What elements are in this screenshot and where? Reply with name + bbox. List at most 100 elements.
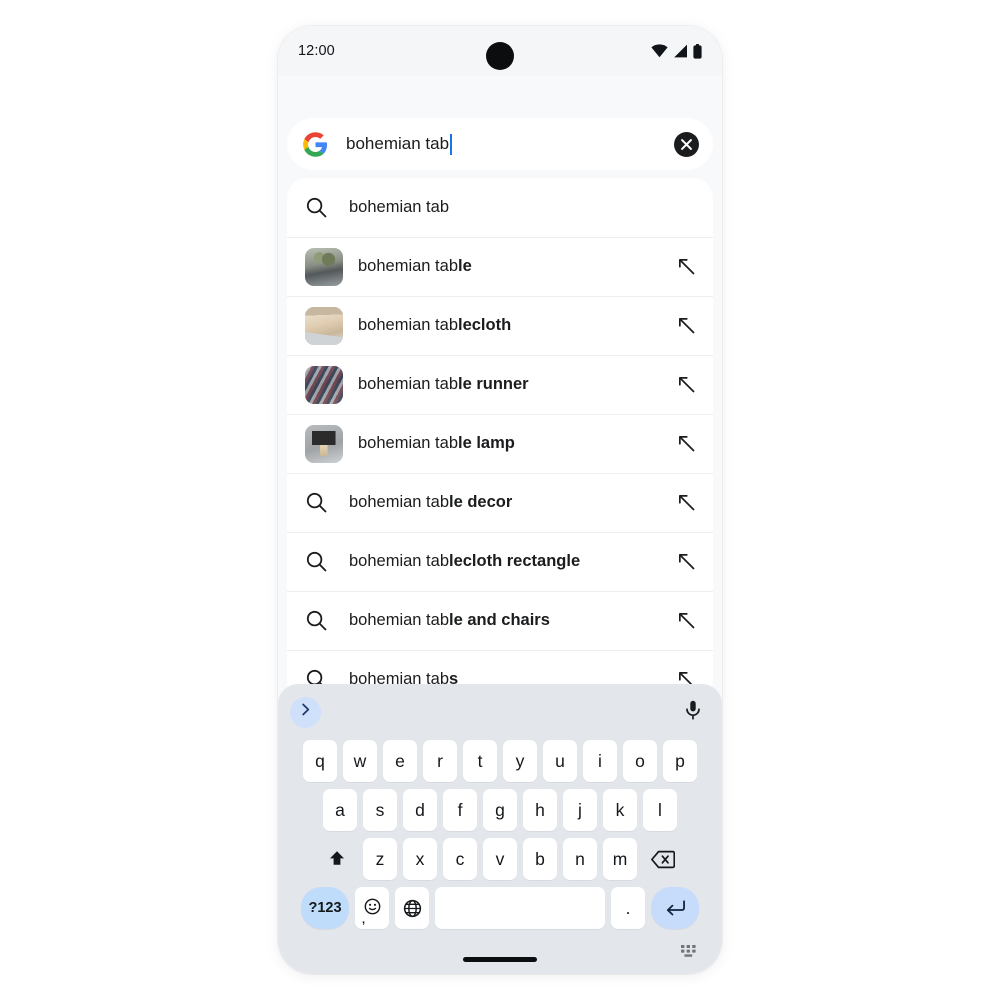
thumbnail-image [305,365,343,404]
keyboard-bottom-bar [278,936,722,974]
key-k[interactable]: k [603,789,637,831]
suggestion-thumbnail [305,365,343,404]
keyboard-resize-grid-icon[interactable] [681,945,696,963]
suggestion-completion-part: le lamp [458,434,515,452]
search-bar[interactable]: bohemian tab [287,118,713,170]
key-a[interactable]: a [323,789,357,831]
key-b[interactable]: b [523,838,557,880]
suggestion-row[interactable]: bohemian table decor [287,473,713,532]
suggestion-text: bohemian tablecloth [358,316,675,335]
keyboard-row-3: zxcvbnm [278,838,722,880]
suggestion-text: bohemian table runner [358,375,675,394]
key-c[interactable]: c [443,838,477,880]
arrow-up-left-icon[interactable] [675,492,697,514]
cellular-signal-icon [673,44,688,58]
key-i[interactable]: i [583,740,617,782]
suggestion-typed-part: bohemian tab [358,257,458,275]
microphone-icon [685,700,701,725]
suggestion-completion-part: le [458,257,472,275]
voice-input-button[interactable] [680,699,706,725]
arrow-up-left-icon[interactable] [675,256,697,278]
suggestion-thumbnail [305,306,343,345]
search-suggestions-list: bohemian tab bohemian table bohemian table… [287,178,713,690]
arrow-up-left-icon[interactable] [675,610,697,632]
key-n[interactable]: n [563,838,597,880]
emoji-key[interactable]: , [355,887,389,929]
status-bar: 12:00 [278,26,722,76]
thumbnail-image [305,306,343,345]
space-key[interactable] [435,887,605,929]
suggestion-row[interactable]: bohemian table [287,237,713,296]
key-r[interactable]: r [423,740,457,782]
shift-arrow-icon [327,849,347,869]
suggestion-text: bohemian table lamp [358,434,675,453]
suggestion-text: bohemian table decor [349,493,675,512]
arrow-up-left-icon[interactable] [675,374,697,396]
key-o[interactable]: o [623,740,657,782]
suggestion-completion-part: le and chairs [449,611,550,629]
key-j[interactable]: j [563,789,597,831]
symbols-key[interactable]: ?123 [301,887,349,929]
suggestion-row[interactable]: bohemian tablecloth rectangle [287,532,713,591]
emoji-face-icon [364,898,381,915]
key-f[interactable]: f [443,789,477,831]
suggestion-row[interactable]: bohemian tablecloth [287,296,713,355]
backspace-key[interactable] [643,838,683,880]
backspace-icon [651,850,675,869]
key-m[interactable]: m [603,838,637,880]
shift-key[interactable] [317,838,357,880]
clear-search-button[interactable] [674,131,699,157]
wifi-icon [651,44,668,58]
key-y[interactable]: y [503,740,537,782]
arrow-up-left-icon[interactable] [675,315,697,337]
keyboard-row-1: qwertyuiop [278,740,722,782]
comma-secondary-label: , [362,914,366,926]
key-u[interactable]: u [543,740,577,782]
key-d[interactable]: d [403,789,437,831]
suggestion-row[interactable]: bohemian table lamp [287,414,713,473]
text-cursor [450,133,453,155]
key-t[interactable]: t [463,740,497,782]
screenshot-canvas: 12:00 bohemian tab bohemian tab bohemian… [0,0,1000,1000]
search-icon [305,551,327,573]
key-l[interactable]: l [643,789,677,831]
suggestion-thumbnail [305,424,343,463]
key-s[interactable]: s [363,789,397,831]
front-camera-punch-hole [486,42,514,70]
arrow-up-left-icon[interactable] [675,433,697,455]
key-h[interactable]: h [523,789,557,831]
key-w[interactable]: w [343,740,377,782]
arrow-up-left-icon [675,197,697,219]
gesture-home-bar[interactable] [463,957,537,962]
key-g[interactable]: g [483,789,517,831]
phone-device-frame: 12:00 bohemian tab bohemian tab bohemian… [278,26,722,974]
key-z[interactable]: z [363,838,397,880]
key-x[interactable]: x [403,838,437,880]
suggestion-text: bohemian table and chairs [349,611,675,630]
suggestion-completion-part: lecloth [458,316,512,334]
keyboard-expand-toolbar-button[interactable] [290,696,321,728]
keyboard-toolbar [278,684,722,740]
thumbnail-image [305,247,343,286]
suggestion-typed-part: bohemian tab [349,198,449,216]
suggestion-row[interactable]: bohemian table runner [287,355,713,414]
suggestion-completion-part: lecloth rectangle [449,552,581,570]
key-p[interactable]: p [663,740,697,782]
thumbnail-image [305,424,343,463]
key-q[interactable]: q [303,740,337,782]
key-v[interactable]: v [483,838,517,880]
suggestion-row[interactable]: bohemian tab [287,178,713,237]
arrow-up-left-icon[interactable] [675,551,697,573]
suggestion-completion-part: le decor [449,493,513,511]
suggestion-row[interactable]: bohemian table and chairs [287,591,713,650]
language-switch-key[interactable] [395,887,429,929]
period-key[interactable]: . [611,887,645,929]
search-input[interactable]: bohemian tab [346,133,674,155]
enter-key[interactable] [651,887,699,929]
language-globe-icon [403,899,422,918]
key-e[interactable]: e [383,740,417,782]
search-icon [305,492,327,514]
suggestion-text: bohemian tab [349,198,675,217]
suggestion-typed-part: bohemian tab [349,552,449,570]
suggestion-completion-part: le runner [458,375,529,393]
